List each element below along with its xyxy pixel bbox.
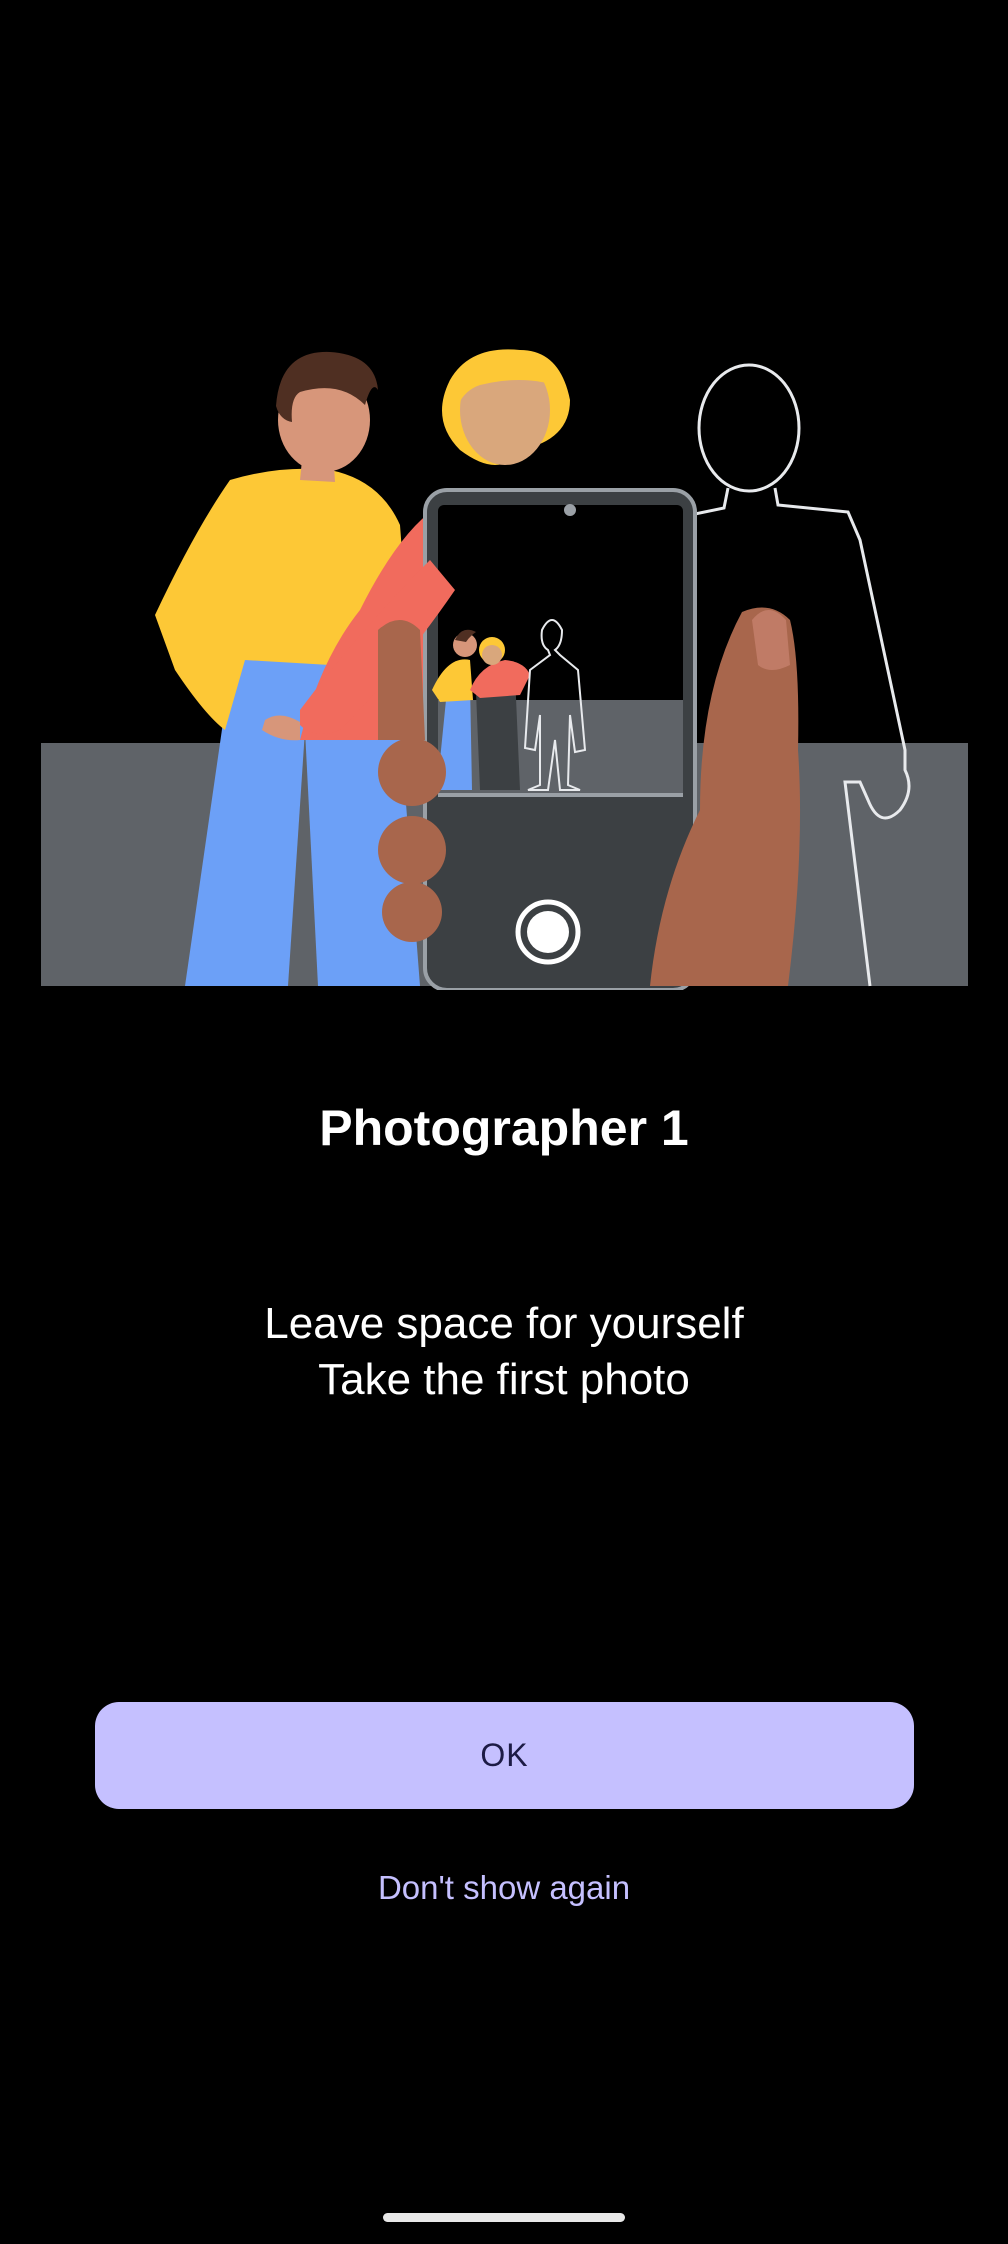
dont-show-again-button[interactable]: Don't show again: [304, 1862, 704, 1914]
description-line-2: Take the first photo: [318, 1355, 690, 1404]
phone-device: [423, 488, 697, 990]
home-gesture-bar[interactable]: [383, 2213, 625, 2222]
ok-button-label: OK: [480, 1737, 529, 1773]
onboarding-illustration: [0, 330, 1008, 990]
dialog-title: Photographer 1: [319, 1100, 689, 1156]
description-line-1: Leave space for yourself: [264, 1299, 744, 1348]
group-photo-illustration: [41, 349, 968, 990]
ok-button[interactable]: OK: [95, 1702, 914, 1809]
dialog-description: Leave space for yourself Take the first …: [0, 1296, 1008, 1408]
